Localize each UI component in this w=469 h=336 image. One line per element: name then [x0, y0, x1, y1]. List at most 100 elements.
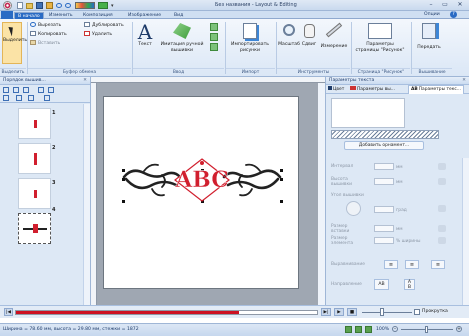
scroll-checkbox[interactable]: [414, 309, 420, 315]
save-as-icon[interactable]: [46, 2, 53, 9]
view-toggle-icon[interactable]: [98, 2, 108, 9]
delete-button[interactable]: Удалить: [84, 31, 112, 38]
element-size-spinner[interactable]: [374, 237, 394, 244]
tab-color[interactable]: Цвет: [328, 86, 344, 93]
tab-view[interactable]: Вид: [171, 12, 186, 19]
embroidery-design[interactable]: ABC: [104, 97, 300, 290]
height-spinner[interactable]: [374, 178, 394, 185]
reset-icon[interactable]: [438, 178, 446, 185]
selection-handle[interactable]: [280, 169, 283, 172]
pan-button[interactable]: Сдвиг: [300, 22, 318, 48]
measure-button[interactable]: Измерение: [320, 22, 348, 50]
horizontal-direction-button[interactable]: AB: [374, 279, 389, 290]
angle-dial[interactable]: [346, 201, 361, 216]
manual-punch-button[interactable]: Имитация ручной вышивки: [157, 22, 207, 53]
zoom-out-icon[interactable]: [16, 95, 22, 101]
save-icon[interactable]: [36, 2, 43, 9]
spacing-spinner[interactable]: [374, 163, 394, 170]
search-icon[interactable]: [28, 95, 34, 101]
selection-handle[interactable]: [122, 200, 125, 203]
tab-composition[interactable]: Композиция: [80, 12, 116, 19]
selection-handle[interactable]: [280, 200, 283, 203]
tab-home[interactable]: В начало: [14, 12, 44, 19]
maximize-button[interactable]: ▭: [438, 0, 452, 10]
minimize-button[interactable]: –: [424, 0, 438, 10]
tab-text-params[interactable]: ABПараметры текс...: [408, 85, 464, 94]
reset-icon[interactable]: [438, 205, 446, 212]
rewind-button[interactable]: |◀: [4, 308, 13, 316]
grid-view-icon[interactable]: [355, 326, 362, 333]
zoom-out-button[interactable]: –: [392, 326, 398, 332]
app-menu-button[interactable]: [1, 11, 13, 19]
tab-image[interactable]: Изображение: [125, 12, 164, 19]
play-button[interactable]: ▶: [334, 308, 344, 316]
font-preview-box[interactable]: [331, 98, 405, 128]
fit-view-icon[interactable]: [345, 326, 352, 333]
reset-icon[interactable]: [438, 225, 446, 232]
step-forward-button[interactable]: ▶|: [321, 308, 331, 316]
align-left-button[interactable]: ≡: [384, 260, 398, 269]
vertical-scrollbar[interactable]: [83, 104, 90, 316]
color-picker-icon[interactable]: [75, 2, 95, 9]
move-down-icon[interactable]: [48, 87, 54, 93]
vertical-scrollbar[interactable]: [318, 83, 325, 310]
move-up-icon[interactable]: [38, 87, 44, 93]
design-page[interactable]: ABC: [103, 96, 299, 289]
zoom-in-button[interactable]: +: [456, 326, 462, 332]
filter-icon[interactable]: [44, 95, 50, 101]
zoom-slider-thumb[interactable]: [425, 326, 428, 333]
stop-button[interactable]: ■: [347, 308, 357, 316]
new-file-icon[interactable]: [17, 2, 23, 9]
reset-icon[interactable]: [438, 237, 446, 244]
align-right-button[interactable]: ≡: [431, 260, 445, 269]
sewing-order-item[interactable]: [18, 143, 51, 174]
vertical-scrollbar[interactable]: [462, 158, 469, 316]
sort-icon[interactable]: [3, 87, 9, 93]
text-button[interactable]: A Текст: [135, 22, 155, 48]
help-icon[interactable]: ?: [450, 11, 457, 18]
shape-tools-2-icon[interactable]: [210, 33, 218, 41]
shape-tools-icon[interactable]: [210, 23, 218, 31]
paste-button[interactable]: Вставить: [30, 40, 60, 47]
angle-spinner[interactable]: [374, 206, 394, 213]
speed-slider[interactable]: [362, 312, 412, 313]
reset-icon[interactable]: [438, 163, 446, 170]
shape-tools-3-icon[interactable]: [210, 43, 218, 51]
rotate-handle[interactable]: [200, 161, 204, 165]
insert-size-spinner[interactable]: [374, 225, 394, 232]
close-icon[interactable]: ✕: [462, 77, 466, 85]
zoom-in-icon[interactable]: [3, 95, 9, 101]
select-button[interactable]: Выделить: [2, 22, 27, 64]
sewing-order-item[interactable]: [18, 178, 51, 209]
copy-button[interactable]: Копировать: [30, 31, 67, 38]
transfer-button[interactable]: Передать: [414, 22, 444, 51]
realistic-view-icon[interactable]: [365, 326, 372, 333]
sewing-order-item[interactable]: [18, 108, 51, 139]
zoom-button[interactable]: Масштаб: [278, 22, 300, 48]
redo-icon[interactable]: [65, 3, 71, 8]
align-center-button[interactable]: ≡: [405, 260, 419, 269]
design-page-settings-button[interactable]: Параметры страницы "Рисунок": [354, 22, 406, 53]
progress-track[interactable]: [15, 310, 318, 315]
undo-icon[interactable]: [56, 3, 62, 8]
tab-edit[interactable]: Изменить: [46, 12, 76, 19]
app-logo-icon[interactable]: [3, 1, 12, 10]
sewing-order-item[interactable]: [18, 213, 51, 244]
selection-handle[interactable]: [122, 169, 125, 172]
selection-handle[interactable]: [122, 178, 125, 181]
group-icon[interactable]: [13, 87, 19, 93]
add-ornament-button[interactable]: Добавить орнамент...: [344, 141, 424, 150]
options-menu[interactable]: Опции: [424, 12, 440, 17]
selection-handle[interactable]: [280, 178, 283, 181]
cut-button[interactable]: Вырезать: [30, 22, 61, 29]
open-file-icon[interactable]: [26, 3, 33, 9]
tab-sewing-params[interactable]: Параметры вы...: [350, 86, 395, 93]
close-icon[interactable]: ✕: [83, 77, 87, 85]
vertical-direction-button[interactable]: AB: [404, 279, 415, 290]
close-button[interactable]: ✕: [452, 0, 468, 10]
ungroup-icon[interactable]: [23, 87, 29, 93]
duplicate-button[interactable]: Дублировать: [84, 22, 124, 29]
import-button[interactable]: Импортировать рисунки: [227, 22, 273, 53]
dropdown-arrow-icon[interactable]: ▾: [111, 3, 114, 9]
speed-slider-thumb[interactable]: [380, 308, 384, 316]
